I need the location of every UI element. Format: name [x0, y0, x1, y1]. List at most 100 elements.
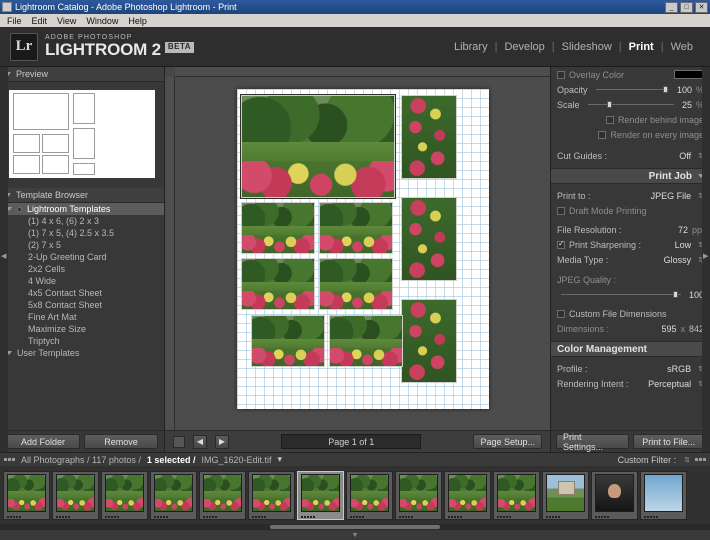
filmstrip-thumbnail-7[interactable]	[346, 470, 393, 520]
module-library[interactable]: Library	[447, 41, 495, 53]
color-management-section-header[interactable]: Color Management	[551, 341, 710, 357]
rendering-intent-value[interactable]: Perceptual	[648, 379, 691, 389]
filmstrip-scrollbar-thumb[interactable]	[269, 525, 441, 529]
render-behind-checkbox[interactable]	[605, 115, 614, 124]
overlay-color-swatch[interactable]	[674, 70, 704, 79]
overlay-color-row[interactable]: Overlay Color	[551, 67, 710, 82]
close-button[interactable]: ✕	[695, 1, 708, 13]
print-canvas[interactable]	[175, 77, 550, 430]
left-panel-collapse-handle[interactable]: ◀	[0, 67, 8, 452]
jpeg-quality-slider[interactable]	[561, 291, 681, 298]
next-page-button[interactable]: ▶	[215, 434, 229, 449]
template-item-0[interactable]: (1) 4 x 6, (6) 2 x 3	[0, 215, 164, 227]
print-cell-8[interactable]	[250, 315, 325, 367]
chevron-down-icon[interactable]: ▾	[277, 454, 282, 465]
print-settings-button[interactable]: Print Settings...	[556, 432, 629, 452]
jpeg-quality-row[interactable]: JPEG Quality :	[551, 272, 710, 287]
print-cell-5[interactable]	[240, 258, 315, 310]
template-item-2[interactable]: (2) 7 x 5	[0, 239, 164, 251]
filmstrip-filename[interactable]: IMG_1620-Edit.tif	[201, 455, 271, 465]
template-item-3[interactable]: 2-Up Greeting Card	[0, 251, 164, 263]
filmstrip-scrollbar[interactable]	[0, 524, 710, 530]
filmstrip-thumbnail-8[interactable]	[395, 470, 442, 520]
template-item-5[interactable]: 4 Wide	[0, 275, 164, 287]
filter-flags-icon[interactable]	[695, 458, 706, 461]
profile-row[interactable]: Profile : sRGB ⇅	[551, 361, 710, 376]
print-to-row[interactable]: Print to : JPEG File ⇅	[551, 188, 710, 203]
remove-button[interactable]: Remove	[84, 434, 158, 449]
filmstrip-thumbnail-0[interactable]	[3, 470, 50, 520]
print-cell-2[interactable]	[240, 202, 315, 254]
filmstrip-thumbnail-3[interactable]	[150, 470, 197, 520]
grid-view-icon[interactable]	[4, 458, 15, 461]
scale-slider[interactable]	[587, 101, 674, 108]
render-every-checkbox[interactable]	[598, 130, 607, 139]
filmstrip-thumbnail-12[interactable]	[591, 470, 638, 520]
module-web[interactable]: Web	[664, 41, 700, 53]
print-cell-6[interactable]	[318, 258, 393, 310]
opacity-value[interactable]: 100	[677, 85, 692, 95]
print-sharpening-value[interactable]: Low	[675, 240, 692, 250]
chevron-updown-icon[interactable]: ⇅	[684, 456, 690, 464]
print-cell-9[interactable]	[328, 315, 403, 367]
custom-file-dimensions-row[interactable]: Custom File Dimensions	[551, 306, 710, 321]
file-resolution-value[interactable]: 72	[678, 225, 688, 235]
print-to-value[interactable]: JPEG File	[651, 191, 692, 201]
template-item-4[interactable]: 2x2 Cells	[0, 263, 164, 275]
draft-mode-checkbox[interactable]	[557, 206, 565, 215]
menu-window[interactable]: Window	[81, 16, 123, 26]
print-cell-3[interactable]	[318, 202, 393, 254]
media-type-row[interactable]: Media Type : Glossy ⇅	[551, 252, 710, 267]
template-list[interactable]: Lightroom Templates (1) 4 x 6, (6) 2 x 3 (…	[0, 203, 164, 430]
print-sharpening-checkbox[interactable]	[557, 239, 565, 249]
filmstrip-thumbnail-6[interactable]	[297, 470, 344, 520]
filmstrip-thumbnail-13[interactable]	[640, 470, 687, 520]
scale-value[interactable]: 25	[682, 100, 692, 110]
print-to-file-button[interactable]: Print to File...	[632, 434, 705, 449]
template-item-8[interactable]: Fine Art Mat	[0, 311, 164, 323]
media-type-value[interactable]: Glossy	[664, 255, 692, 265]
print-cell-1[interactable]	[400, 95, 457, 179]
rendering-intent-row[interactable]: Rendering Intent : Perceptual ⇅	[551, 376, 710, 391]
filmstrip-thumbnail-9[interactable]	[444, 470, 491, 520]
add-folder-button[interactable]: Add Folder	[6, 434, 80, 449]
file-resolution-row[interactable]: File Resolution : 72 ppi	[551, 222, 710, 237]
filmstrip-thumbnail-10[interactable]	[493, 470, 540, 520]
menu-view[interactable]: View	[52, 16, 81, 26]
dimensions-width[interactable]: 595	[661, 324, 676, 334]
opacity-row[interactable]: Opacity 100 %	[551, 82, 710, 97]
template-item-1[interactable]: (1) 7 x 5, (4) 2.5 x 3.5	[0, 227, 164, 239]
page-setup-button[interactable]: Page Setup...	[473, 434, 542, 449]
filter-label[interactable]: Custom Filter :	[618, 455, 677, 465]
scale-row[interactable]: Scale 25 %	[551, 97, 710, 112]
maximize-button[interactable]: □	[680, 1, 693, 13]
menu-help[interactable]: Help	[123, 16, 152, 26]
print-sharpening-row[interactable]: Print Sharpening : Low ⇅	[551, 237, 710, 252]
previous-page-button[interactable]: ◀	[193, 434, 207, 449]
cut-guides-row[interactable]: Cut Guides : Off ⇅	[551, 148, 710, 163]
template-item-10[interactable]: Triptych	[0, 335, 164, 347]
template-browser-header[interactable]: Template Browser	[0, 188, 164, 203]
show-guides-button[interactable]	[173, 435, 185, 448]
module-slideshow[interactable]: Slideshow	[555, 41, 619, 53]
menu-file[interactable]: File	[2, 16, 27, 26]
filmstrip-thumbnail-1[interactable]	[52, 470, 99, 520]
bottom-panel-toggle[interactable]: ▼	[0, 530, 710, 540]
template-item-9[interactable]: Maximize Size	[0, 323, 164, 335]
minimize-button[interactable]: _	[665, 1, 678, 13]
template-group-lightroom[interactable]: Lightroom Templates	[0, 203, 164, 215]
draft-mode-row[interactable]: Draft Mode Printing	[551, 203, 710, 218]
jpeg-quality-slider-row[interactable]: 100	[551, 287, 710, 302]
template-item-6[interactable]: 4x5 Contact Sheet	[0, 287, 164, 299]
dimensions-row[interactable]: Dimensions : 595 x 842	[551, 321, 710, 336]
filmstrip-thumbnail-11[interactable]	[542, 470, 589, 520]
print-page[interactable]	[236, 89, 489, 409]
menu-edit[interactable]: Edit	[27, 16, 53, 26]
overlay-color-checkbox[interactable]	[557, 70, 565, 79]
module-develop[interactable]: Develop	[497, 41, 551, 53]
preview-panel-header[interactable]: Preview	[0, 67, 164, 82]
filmstrip-thumbnail-4[interactable]	[199, 470, 246, 520]
cut-guides-value[interactable]: Off	[679, 151, 691, 161]
template-group-user[interactable]: User Templates	[0, 347, 164, 359]
template-item-7[interactable]: 5x8 Contact Sheet	[0, 299, 164, 311]
